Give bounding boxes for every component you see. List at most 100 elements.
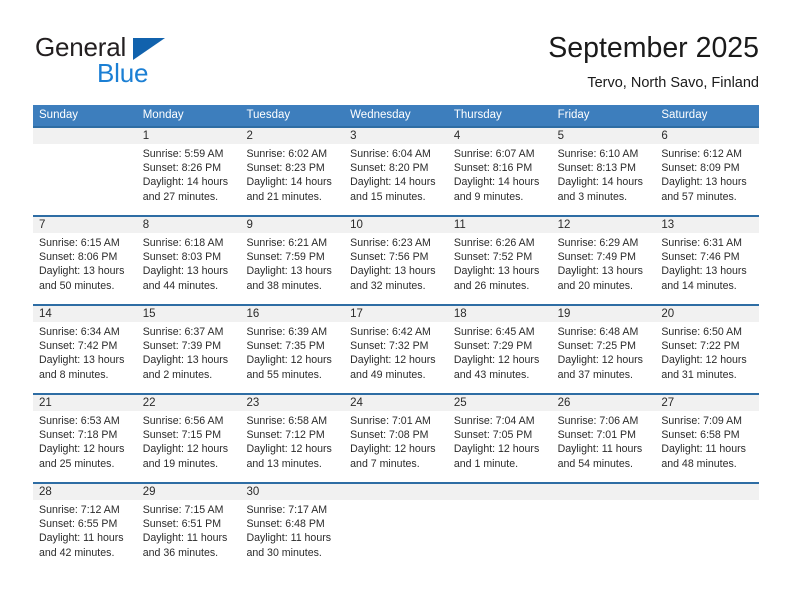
day-number[interactable]: 15 <box>137 306 241 322</box>
day-cell[interactable] <box>552 500 656 571</box>
day-number[interactable]: 27 <box>655 395 759 411</box>
day-cell[interactable]: Sunrise: 6:18 AM Sunset: 8:03 PM Dayligh… <box>137 233 241 304</box>
weekday-thursday: Thursday <box>453 109 502 121</box>
day-number[interactable]: 13 <box>655 217 759 233</box>
day-number[interactable]: 18 <box>448 306 552 322</box>
day-cell[interactable]: Sunrise: 6:21 AM Sunset: 7:59 PM Dayligh… <box>240 233 344 304</box>
day-number[interactable] <box>33 128 137 144</box>
day-cell[interactable] <box>33 144 137 215</box>
day-cell[interactable]: Sunrise: 6:29 AM Sunset: 7:49 PM Dayligh… <box>552 233 656 304</box>
brand-name-blue: Blue <box>97 58 149 88</box>
day-cell[interactable]: Sunrise: 7:01 AM Sunset: 7:08 PM Dayligh… <box>344 411 448 482</box>
day-number[interactable] <box>552 484 656 500</box>
day-number[interactable]: 22 <box>137 395 241 411</box>
day-number[interactable]: 8 <box>137 217 241 233</box>
day-cell[interactable]: Sunrise: 6:56 AM Sunset: 7:15 PM Dayligh… <box>137 411 241 482</box>
day-cell[interactable]: Sunrise: 6:58 AM Sunset: 7:12 PM Dayligh… <box>240 411 344 482</box>
weekday-tuesday: Tuesday <box>246 109 291 121</box>
day-cell[interactable]: Sunrise: 6:50 AM Sunset: 7:22 PM Dayligh… <box>655 322 759 393</box>
week-detail-row: Sunrise: 6:34 AM Sunset: 7:42 PM Dayligh… <box>33 322 759 393</box>
day-number[interactable]: 11 <box>448 217 552 233</box>
week-detail-row: Sunrise: 5:59 AM Sunset: 8:26 PM Dayligh… <box>33 144 759 215</box>
week-number-row: 7 8 9 10 11 12 13 <box>33 215 759 233</box>
day-cell[interactable]: Sunrise: 7:17 AM Sunset: 6:48 PM Dayligh… <box>240 500 344 571</box>
day-number[interactable]: 20 <box>655 306 759 322</box>
day-number[interactable]: 19 <box>552 306 656 322</box>
calendar-week-row: 21 22 23 24 25 26 27 Sunrise: 6:53 AM Su… <box>33 393 759 482</box>
day-cell[interactable]: Sunrise: 6:04 AM Sunset: 8:20 PM Dayligh… <box>344 144 448 215</box>
day-cell[interactable]: Sunrise: 6:42 AM Sunset: 7:32 PM Dayligh… <box>344 322 448 393</box>
day-number[interactable]: 9 <box>240 217 344 233</box>
day-number[interactable]: 7 <box>33 217 137 233</box>
day-number[interactable]: 6 <box>655 128 759 144</box>
week-detail-row: Sunrise: 6:15 AM Sunset: 8:06 PM Dayligh… <box>33 233 759 304</box>
day-number[interactable]: 23 <box>240 395 344 411</box>
day-number[interactable]: 26 <box>552 395 656 411</box>
day-cell[interactable]: Sunrise: 6:48 AM Sunset: 7:25 PM Dayligh… <box>552 322 656 393</box>
day-number[interactable]: 30 <box>240 484 344 500</box>
day-cell[interactable]: Sunrise: 6:31 AM Sunset: 7:46 PM Dayligh… <box>655 233 759 304</box>
calendar-week-row: 7 8 9 10 11 12 13 Sunrise: 6:15 AM Sunse… <box>33 215 759 304</box>
day-number[interactable]: 21 <box>33 395 137 411</box>
day-number[interactable]: 2 <box>240 128 344 144</box>
week-number-row: 28 29 30 <box>33 482 759 500</box>
day-number[interactable] <box>344 484 448 500</box>
calendar-grid: Sunday Monday Tuesday Wednesday Thursday… <box>33 105 759 571</box>
day-cell[interactable]: Sunrise: 6:12 AM Sunset: 8:09 PM Dayligh… <box>655 144 759 215</box>
day-number[interactable] <box>448 484 552 500</box>
day-number[interactable]: 24 <box>344 395 448 411</box>
day-number[interactable]: 17 <box>344 306 448 322</box>
day-cell[interactable]: Sunrise: 6:39 AM Sunset: 7:35 PM Dayligh… <box>240 322 344 393</box>
weekday-sunday: Sunday <box>39 109 79 121</box>
day-number[interactable]: 29 <box>137 484 241 500</box>
day-number[interactable]: 10 <box>344 217 448 233</box>
weekday-monday: Monday <box>142 109 184 121</box>
day-number[interactable]: 4 <box>448 128 552 144</box>
day-cell[interactable]: Sunrise: 6:15 AM Sunset: 8:06 PM Dayligh… <box>33 233 137 304</box>
day-number[interactable]: 3 <box>344 128 448 144</box>
day-cell[interactable]: Sunrise: 6:45 AM Sunset: 7:29 PM Dayligh… <box>448 322 552 393</box>
day-cell[interactable] <box>655 500 759 571</box>
day-cell[interactable]: Sunrise: 6:10 AM Sunset: 8:13 PM Dayligh… <box>552 144 656 215</box>
day-number[interactable]: 28 <box>33 484 137 500</box>
calendar-page: General Blue September 2025 Tervo, North… <box>0 0 792 612</box>
weekday-saturday: Saturday <box>661 109 708 121</box>
day-number[interactable]: 12 <box>552 217 656 233</box>
day-number[interactable]: 16 <box>240 306 344 322</box>
title-block: September 2025 Tervo, North Savo, Finlan… <box>299 30 759 92</box>
day-number[interactable] <box>655 484 759 500</box>
day-cell[interactable]: Sunrise: 7:12 AM Sunset: 6:55 PM Dayligh… <box>33 500 137 571</box>
calendar-week-row: 1 2 3 4 5 6 Sunrise: 5:59 AM Sunset: 8:2… <box>33 126 759 215</box>
calendar-week-row: 14 15 16 17 18 19 20 Sunrise: 6:34 AM Su… <box>33 304 759 393</box>
day-cell[interactable]: Sunrise: 6:26 AM Sunset: 7:52 PM Dayligh… <box>448 233 552 304</box>
page-header: General Blue September 2025 Tervo, North… <box>33 30 759 100</box>
day-cell[interactable] <box>448 500 552 571</box>
week-detail-row: Sunrise: 6:53 AM Sunset: 7:18 PM Dayligh… <box>33 411 759 482</box>
day-number[interactable]: 1 <box>137 128 241 144</box>
day-cell[interactable]: Sunrise: 6:34 AM Sunset: 7:42 PM Dayligh… <box>33 322 137 393</box>
day-cell[interactable]: Sunrise: 6:07 AM Sunset: 8:16 PM Dayligh… <box>448 144 552 215</box>
day-cell[interactable]: Sunrise: 7:09 AM Sunset: 6:58 PM Dayligh… <box>655 411 759 482</box>
day-cell[interactable]: Sunrise: 6:53 AM Sunset: 7:18 PM Dayligh… <box>33 411 137 482</box>
page-title: September 2025 <box>548 32 759 64</box>
day-number[interactable]: 25 <box>448 395 552 411</box>
brand-triangle-icon <box>133 38 165 60</box>
brand-logo[interactable]: General Blue <box>33 30 243 92</box>
page-subtitle: Tervo, North Savo, Finland <box>587 75 759 91</box>
day-number[interactable]: 14 <box>33 306 137 322</box>
day-cell[interactable]: Sunrise: 7:06 AM Sunset: 7:01 PM Dayligh… <box>552 411 656 482</box>
weekday-wednesday: Wednesday <box>350 109 411 121</box>
day-cell[interactable]: Sunrise: 6:23 AM Sunset: 7:56 PM Dayligh… <box>344 233 448 304</box>
week-number-row: 1 2 3 4 5 6 <box>33 126 759 144</box>
day-cell[interactable]: Sunrise: 6:02 AM Sunset: 8:23 PM Dayligh… <box>240 144 344 215</box>
week-number-row: 21 22 23 24 25 26 27 <box>33 393 759 411</box>
weekday-friday: Friday <box>557 109 590 121</box>
day-cell[interactable]: Sunrise: 7:04 AM Sunset: 7:05 PM Dayligh… <box>448 411 552 482</box>
day-cell[interactable]: Sunrise: 6:37 AM Sunset: 7:39 PM Dayligh… <box>137 322 241 393</box>
weekday-header-row: Sunday Monday Tuesday Wednesday Thursday… <box>33 105 759 126</box>
day-cell[interactable]: Sunrise: 7:15 AM Sunset: 6:51 PM Dayligh… <box>137 500 241 571</box>
day-number[interactable]: 5 <box>552 128 656 144</box>
week-detail-row: Sunrise: 7:12 AM Sunset: 6:55 PM Dayligh… <box>33 500 759 571</box>
day-cell[interactable] <box>344 500 448 571</box>
day-cell[interactable]: Sunrise: 5:59 AM Sunset: 8:26 PM Dayligh… <box>137 144 241 215</box>
